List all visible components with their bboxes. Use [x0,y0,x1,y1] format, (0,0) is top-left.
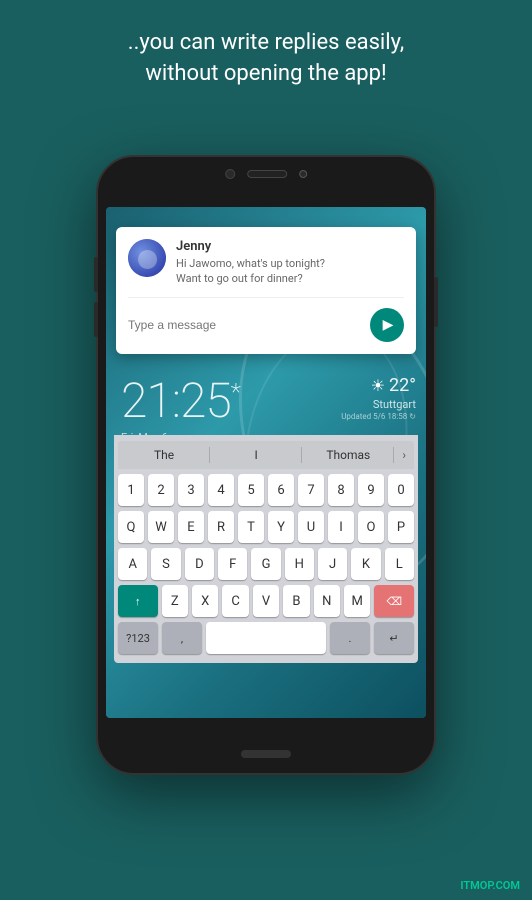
key-k[interactable]: K [351,548,380,580]
zxcv-row: ↑ Z X C V B N M ⌫ [118,585,414,617]
key-o[interactable]: O [358,511,384,543]
key-v[interactable]: V [253,585,279,617]
header-line1: ..you can write replies easily, [128,30,404,55]
phone-mockup: Jenny Hi Jawomo, what's up tonight? Want… [96,155,436,775]
front-camera [225,169,235,179]
number-row: 1 2 3 4 5 6 7 8 9 0 [118,474,414,506]
key-s[interactable]: S [151,548,180,580]
key-b[interactable]: B [283,585,309,617]
weather-updated: Updated 5/6 18:58 ↻ [341,412,416,421]
send-icon: ▶ [383,317,394,333]
volume-down-button[interactable] [94,302,98,337]
phone-body: Jenny Hi Jawomo, what's up tonight? Want… [96,155,436,775]
keyboard[interactable]: The I Thomas › 1 2 3 4 5 6 7 8 9 0 [114,435,418,663]
key-9[interactable]: 9 [358,474,384,506]
key-0[interactable]: 0 [388,474,414,506]
avatar [128,239,166,277]
key-3[interactable]: 3 [178,474,204,506]
weather-top-row: ☀ 22° [341,375,416,396]
earpiece-speaker [247,170,287,178]
send-button[interactable]: ▶ [370,308,404,342]
notification-sender: Jenny [176,239,404,254]
key-c[interactable]: C [222,585,248,617]
weather-widget: ☀ 22° Stuttgart Updated 5/6 18:58 ↻ [341,375,416,421]
weather-temperature: 22° [389,375,416,396]
key-z[interactable]: Z [162,585,188,617]
autocomplete-item-thomas[interactable]: Thomas [302,442,394,468]
reply-input[interactable] [128,318,362,332]
autocomplete-item-the[interactable]: The [118,442,210,468]
autocomplete-more-icon[interactable]: › [394,442,414,468]
phone-top-bar [165,169,367,179]
period-key[interactable]: . [330,622,370,654]
key-t[interactable]: T [238,511,264,543]
key-2[interactable]: 2 [148,474,174,506]
key-f[interactable]: F [218,548,247,580]
key-m[interactable]: M [344,585,370,617]
notification-header: Jenny Hi Jawomo, what's up tonight? Want… [128,239,404,287]
key-8[interactable]: 8 [328,474,354,506]
asdf-row: A S D F G H J K L [118,548,414,580]
key-n[interactable]: N [314,585,340,617]
phone-screen: Jenny Hi Jawomo, what's up tonight? Want… [106,207,426,718]
key-j[interactable]: J [318,548,347,580]
notification-message: Hi Jawomo, what's up tonight? Want to go… [176,256,404,287]
power-button[interactable] [434,277,438,327]
autocomplete-bar: The I Thomas › [118,441,414,469]
key-7[interactable]: 7 [298,474,324,506]
key-y[interactable]: Y [268,511,294,543]
key-4[interactable]: 4 [208,474,234,506]
key-x[interactable]: X [192,585,218,617]
bottom-row: ?123 , . ↵ [118,622,414,654]
notification-content: Jenny Hi Jawomo, what's up tonight? Want… [176,239,404,287]
key-e[interactable]: E [178,511,204,543]
time-display: 21:25* [121,372,240,429]
header-text: ..you can write replies easily, without … [0,0,532,110]
header-line2: without opening the app! [145,61,386,86]
qwerty-row: Q W E R T Y U I O P [118,511,414,543]
space-key[interactable] [206,622,326,654]
watermark: ITMOP.COM [460,879,520,892]
notification-card: Jenny Hi Jawomo, what's up tonight? Want… [116,227,416,354]
key-d[interactable]: D [185,548,214,580]
key-1[interactable]: 1 [118,474,144,506]
key-5[interactable]: 5 [238,474,264,506]
autocomplete-item-i[interactable]: I [210,442,302,468]
enter-key[interactable]: ↵ [374,622,414,654]
key-6[interactable]: 6 [268,474,294,506]
home-bar[interactable] [241,750,291,758]
key-h[interactable]: H [285,548,314,580]
key-r[interactable]: R [208,511,234,543]
key-a[interactable]: A [118,548,147,580]
key-l[interactable]: L [385,548,414,580]
reply-input-row[interactable]: ▶ [128,297,404,342]
key-u[interactable]: U [298,511,324,543]
sensor [299,170,307,178]
key-q[interactable]: Q [118,511,144,543]
weather-sun-icon: ☀ [371,376,385,395]
key-g[interactable]: G [251,548,280,580]
key-p[interactable]: P [388,511,414,543]
shift-key[interactable]: ↑ [118,585,158,617]
delete-key[interactable]: ⌫ [374,585,414,617]
weather-city: Stuttgart [341,398,416,411]
comma-key[interactable]: , [162,622,202,654]
lock-screen-time: 21:25* Fri, May 6 [121,372,240,444]
key-w[interactable]: W [148,511,174,543]
symbol-key[interactable]: ?123 [118,622,158,654]
avatar-image [128,239,166,277]
volume-up-button[interactable] [94,257,98,292]
key-i[interactable]: I [328,511,354,543]
